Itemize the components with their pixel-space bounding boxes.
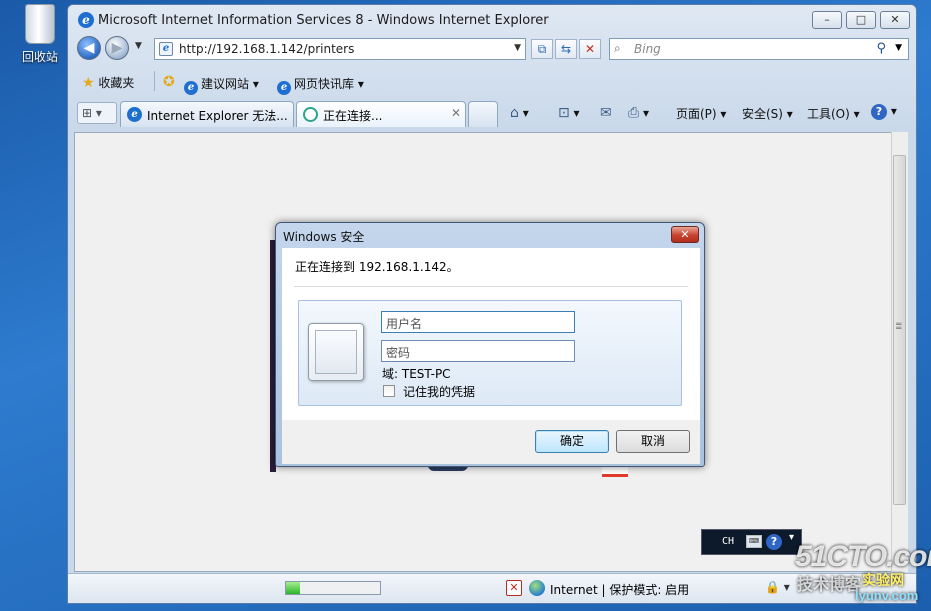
favorites-label: 收藏夹: [98, 76, 135, 90]
dialog-body: 正在连接到 192.168.1.142。 用户名 密码 域: TEST-PC 记…: [282, 248, 700, 420]
web-slice-gallery-link[interactable]: e 网页快讯库 ▾: [277, 75, 364, 95]
close-tab-icon[interactable]: ✕: [451, 106, 461, 120]
zoom-dropdown[interactable]: 🔒 ▾: [765, 580, 790, 594]
status-bar: ✕ Internet | 保护模式: 启用 🔒 ▾: [68, 573, 916, 603]
tab-row: ⊞ ▾ e Internet Explorer 无法... 正在连接... ✕ …: [68, 99, 916, 131]
domain-label: 域: TEST-PC: [382, 367, 451, 381]
printer-icon: ⎙: [628, 105, 640, 121]
dialog-close-button[interactable]: ✕: [671, 226, 699, 243]
help-icon: ?: [871, 104, 887, 120]
user-tile-frame: [315, 330, 357, 374]
ie-logo-icon: e: [78, 12, 94, 28]
window-title: Microsoft Internet Information Services …: [98, 13, 549, 28]
remember-credentials-label[interactable]: 记住我的凭据: [403, 383, 475, 400]
keyboard-icon[interactable]: ⌨: [746, 535, 762, 548]
tab-label: Internet Explorer 无法...: [147, 109, 288, 123]
user-tile-icon: [308, 323, 364, 381]
options-icon[interactable]: ▾: [789, 532, 794, 543]
tools-menu[interactable]: 工具(O) ▾: [807, 105, 860, 122]
safety-menu[interactable]: 安全(S) ▾: [742, 105, 793, 122]
feeds-button[interactable]: ⊡ ▾: [558, 105, 580, 121]
refresh-button[interactable]: ⇆: [555, 39, 577, 59]
close-window-button[interactable]: ✕: [880, 11, 910, 29]
dialog-footer: 确定 取消: [282, 420, 700, 464]
help-button[interactable]: ? ▾: [871, 104, 897, 120]
stop-button[interactable]: ✕: [579, 39, 601, 59]
page-menu[interactable]: 页面(P) ▾: [676, 105, 726, 122]
add-to-favorites-bar-button[interactable]: ✪: [163, 74, 175, 90]
scrollbar-grip-icon: ═ ═: [896, 320, 902, 334]
print-button[interactable]: ⎙ ▾: [628, 105, 649, 121]
watermark-blog: 技术博客: [797, 577, 862, 594]
favorites-button[interactable]: ★ 收藏夹: [82, 74, 134, 91]
dialog-title: Windows 安全: [283, 230, 365, 244]
watermark-brand: 实验网: [862, 572, 904, 588]
forward-button[interactable]: ▶: [105, 36, 129, 60]
back-button[interactable]: ◀: [77, 36, 101, 60]
watermark-site: 51CTO.com: [795, 540, 931, 573]
progress-fill: [286, 582, 301, 594]
recent-pages-dropdown-icon[interactable]: ▼: [135, 41, 142, 51]
recycle-bin[interactable]: 回收站: [12, 4, 68, 65]
recycle-bin-label: 回收站: [21, 50, 58, 64]
maximize-button[interactable]: □: [846, 11, 876, 29]
address-dropdown-icon[interactable]: ▼: [514, 43, 521, 53]
blocked-content-icon[interactable]: ✕: [506, 580, 522, 596]
ok-button[interactable]: 确定: [535, 430, 609, 453]
cancel-button[interactable]: 取消: [616, 430, 690, 453]
input-language-label[interactable]: CH: [722, 536, 734, 547]
compatibility-view-button[interactable]: ⧉: [531, 39, 553, 59]
search-input[interactable]: Bing: [634, 42, 661, 56]
home-button[interactable]: ⌂ ▾: [510, 105, 529, 121]
home-icon: ⌂: [510, 105, 519, 121]
username-field[interactable]: 用户名: [381, 311, 575, 333]
address-input[interactable]: http://192.168.1.142/printers: [179, 42, 354, 56]
rss-icon: ⊡: [558, 105, 570, 121]
internet-zone-globe-icon: [529, 580, 545, 596]
suggested-sites-link[interactable]: e 建议网站 ▾: [184, 75, 259, 95]
ie-icon: e: [184, 81, 198, 95]
mail-icon: ✉: [600, 105, 612, 121]
search-box[interactable]: ⌕ Bing ⚲ ▼: [609, 38, 909, 60]
remember-credentials-checkbox[interactable]: [383, 385, 395, 397]
page-ie-icon: e: [159, 42, 173, 56]
credential-panel[interactable]: 用户名 密码 域: TEST-PC 记住我的凭据: [298, 300, 682, 406]
watermark-domain: lyunv.com: [855, 588, 919, 603]
windows-security-dialog: Windows 安全 ✕ 正在连接到 192.168.1.142。 用户名 密码…: [275, 222, 705, 467]
favorites-star-icon: ★: [82, 75, 95, 91]
recycle-bin-icon: [25, 4, 55, 44]
ie-icon: e: [127, 107, 142, 122]
loading-icon: [303, 107, 318, 122]
tab-ie-cannot-display[interactable]: e Internet Explorer 无法...: [120, 101, 294, 127]
security-zone-label[interactable]: Internet | 保护模式: 启用: [550, 581, 689, 598]
tab-connecting[interactable]: 正在连接... ✕: [296, 101, 466, 127]
search-icon[interactable]: ⚲: [876, 41, 886, 56]
help-icon[interactable]: ?: [766, 534, 782, 550]
ie-icon: e: [277, 81, 291, 95]
divider: [294, 286, 688, 287]
minimize-button[interactable]: –: [812, 11, 842, 29]
search-provider-icon: ⌕: [614, 41, 621, 55]
password-field[interactable]: 密码: [381, 340, 575, 362]
language-bar[interactable]: CH ⌨ ? ▾: [701, 529, 802, 555]
title-bar[interactable]: e Microsoft Internet Information Service…: [68, 5, 916, 35]
quick-tabs-button[interactable]: ⊞ ▾: [77, 102, 117, 124]
new-tab-button[interactable]: [468, 101, 498, 127]
search-dropdown-icon[interactable]: ▼: [895, 43, 902, 53]
browser-window: e Microsoft Internet Information Service…: [67, 4, 917, 604]
read-mail-button[interactable]: ✉: [600, 105, 612, 121]
tab-label: 正在连接...: [323, 109, 383, 123]
divider: [154, 71, 155, 91]
address-bar[interactable]: e http://192.168.1.142/printers ▼: [154, 38, 526, 60]
dialog-message: 正在连接到 192.168.1.142。: [295, 260, 459, 274]
add-favorite-icon: ✪: [163, 74, 175, 90]
page-load-progress: [285, 581, 381, 595]
